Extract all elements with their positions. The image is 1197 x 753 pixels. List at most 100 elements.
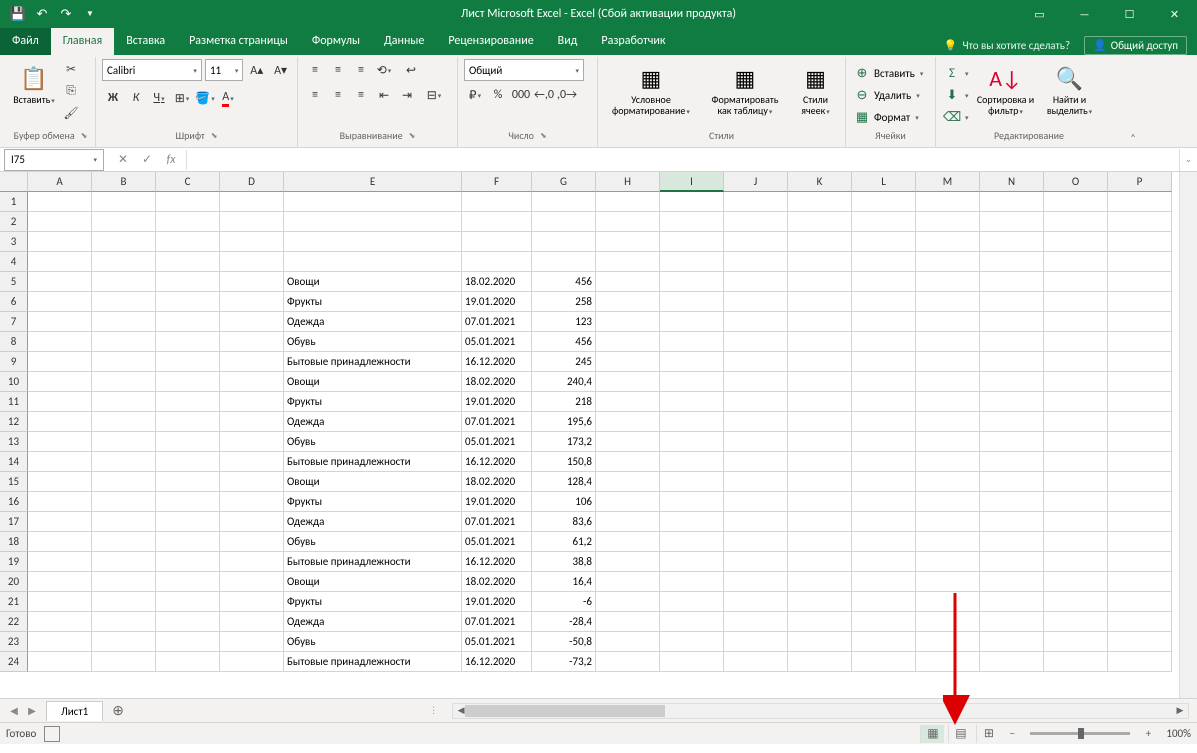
cell[interactable] xyxy=(1108,312,1172,332)
cell[interactable]: 07.01.2021 xyxy=(462,312,532,332)
cell[interactable] xyxy=(156,632,220,652)
cell[interactable] xyxy=(596,552,660,572)
tab-developer[interactable]: Разработчик xyxy=(589,28,677,55)
cell[interactable] xyxy=(852,552,916,572)
cell[interactable]: -28,4 xyxy=(532,612,596,632)
cell[interactable] xyxy=(916,412,980,432)
cell[interactable] xyxy=(660,312,724,332)
zoom-in-button[interactable]: + xyxy=(1140,727,1156,740)
cell[interactable] xyxy=(916,272,980,292)
cell[interactable] xyxy=(156,532,220,552)
cell[interactable] xyxy=(660,552,724,572)
cell[interactable] xyxy=(1108,612,1172,632)
cell[interactable] xyxy=(724,292,788,312)
cell[interactable] xyxy=(788,552,852,572)
cell[interactable] xyxy=(156,292,220,312)
cell[interactable]: 05.01.2021 xyxy=(462,432,532,452)
undo-icon[interactable]: ↶ xyxy=(32,4,52,24)
cell[interactable] xyxy=(916,492,980,512)
cell[interactable] xyxy=(220,292,284,312)
cell[interactable] xyxy=(156,492,220,512)
cell[interactable] xyxy=(28,272,92,292)
cell[interactable] xyxy=(596,452,660,472)
cell[interactable] xyxy=(1108,512,1172,532)
cell[interactable]: 245 xyxy=(532,352,596,372)
grow-font-icon[interactable]: A▴ xyxy=(246,59,267,81)
clear-button[interactable]: ⌫▾ xyxy=(942,107,971,127)
format-cells-button[interactable]: ▦Формат▾ xyxy=(852,107,929,127)
format-painter-icon[interactable]: 🖌 xyxy=(60,103,82,123)
cell[interactable] xyxy=(724,212,788,232)
add-sheet-button[interactable]: ⊕ xyxy=(107,702,129,720)
conditional-format-button[interactable]: ▦ Условное форматирование▾ xyxy=(604,59,698,119)
cell[interactable] xyxy=(916,632,980,652)
cell[interactable]: -73,2 xyxy=(532,652,596,672)
row-header[interactable]: 16 xyxy=(0,492,28,512)
cell[interactable] xyxy=(788,592,852,612)
cell[interactable] xyxy=(852,292,916,312)
cell[interactable] xyxy=(788,192,852,212)
cell[interactable] xyxy=(980,472,1044,492)
cell[interactable] xyxy=(28,592,92,612)
cell[interactable]: 106 xyxy=(532,492,596,512)
cell[interactable] xyxy=(92,352,156,372)
cell[interactable] xyxy=(220,512,284,532)
shrink-font-icon[interactable]: A▾ xyxy=(270,59,291,81)
cell[interactable] xyxy=(596,532,660,552)
cell[interactable] xyxy=(852,492,916,512)
expand-formula-bar-icon[interactable]: ⌄ xyxy=(1179,149,1197,171)
cell[interactable] xyxy=(916,212,980,232)
cell[interactable] xyxy=(980,612,1044,632)
cell[interactable] xyxy=(980,332,1044,352)
cell[interactable] xyxy=(596,412,660,432)
cell[interactable] xyxy=(92,392,156,412)
cell[interactable] xyxy=(1044,572,1108,592)
cell[interactable] xyxy=(916,472,980,492)
cell[interactable] xyxy=(852,312,916,332)
cell[interactable] xyxy=(1108,572,1172,592)
fx-icon[interactable]: fx xyxy=(160,150,182,170)
cell[interactable] xyxy=(916,372,980,392)
cell[interactable] xyxy=(1108,372,1172,392)
cell[interactable] xyxy=(1108,332,1172,352)
cell[interactable]: 218 xyxy=(532,392,596,412)
cell[interactable]: 19.01.2020 xyxy=(462,392,532,412)
row-header[interactable]: 21 xyxy=(0,592,28,612)
number-format-combo[interactable]: Общий▾ xyxy=(464,59,584,81)
col-header-B[interactable]: B xyxy=(92,172,156,192)
cell[interactable] xyxy=(92,252,156,272)
cell[interactable] xyxy=(980,372,1044,392)
orientation-icon[interactable]: ⟲▾ xyxy=(373,59,395,81)
cut-icon[interactable]: ✂ xyxy=(60,59,82,79)
cell[interactable] xyxy=(852,192,916,212)
align-top-icon[interactable]: ≡ xyxy=(304,59,326,81)
cell[interactable] xyxy=(980,432,1044,452)
cell[interactable] xyxy=(980,412,1044,432)
cell[interactable] xyxy=(220,212,284,232)
cell[interactable] xyxy=(220,232,284,252)
cell-styles-button[interactable]: ▦ Стили ячеек▾ xyxy=(792,59,839,119)
cell[interactable] xyxy=(220,192,284,212)
cell[interactable] xyxy=(916,572,980,592)
cell[interactable] xyxy=(852,412,916,432)
find-select-button[interactable]: 🔍 Найти и выделить▾ xyxy=(1041,59,1099,119)
cell[interactable] xyxy=(852,392,916,412)
cell[interactable] xyxy=(156,272,220,292)
cell[interactable] xyxy=(156,432,220,452)
col-header-P[interactable]: P xyxy=(1108,172,1172,192)
cell[interactable]: 16.12.2020 xyxy=(462,352,532,372)
cell[interactable] xyxy=(596,612,660,632)
cell[interactable]: 18.02.2020 xyxy=(462,372,532,392)
col-header-H[interactable]: H xyxy=(596,172,660,192)
page-layout-view-icon[interactable]: ▤ xyxy=(948,725,972,743)
cell[interactable] xyxy=(852,372,916,392)
cell[interactable] xyxy=(220,312,284,332)
cell[interactable] xyxy=(596,312,660,332)
cell[interactable]: 83,6 xyxy=(532,512,596,532)
cell[interactable] xyxy=(788,612,852,632)
align-bottom-icon[interactable]: ≡ xyxy=(350,59,372,81)
share-button[interactable]: 👤 Общий доступ xyxy=(1084,36,1187,55)
cell[interactable] xyxy=(724,652,788,672)
cell[interactable] xyxy=(596,492,660,512)
cell[interactable]: 16.12.2020 xyxy=(462,452,532,472)
